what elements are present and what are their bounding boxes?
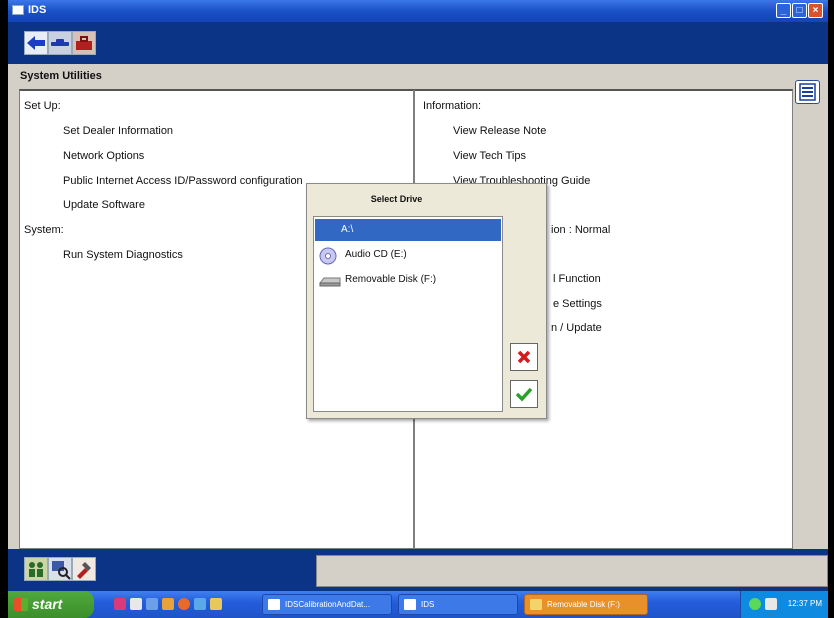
select-drive-dialog: Select Drive A:\ Audio CD (E:) Removable… [306, 183, 547, 419]
section-title: System Utilities [20, 70, 102, 82]
quicklaunch-icon-4[interactable] [162, 598, 174, 610]
vehicle-button[interactable] [48, 31, 72, 55]
run-system-diagnostics-link[interactable]: Run System Diagnostics [63, 249, 183, 261]
drive-label: Audio CD (E:) [345, 249, 407, 260]
arrow-left-icon [27, 36, 45, 50]
people-button[interactable] [24, 557, 48, 581]
volume-tray-icon[interactable] [765, 598, 777, 610]
quicklaunch-icon-1[interactable] [114, 598, 126, 610]
function-link[interactable]: l Function [553, 273, 601, 285]
mode-status-text: ion : Normal [551, 224, 611, 236]
cancel-button[interactable] [510, 343, 538, 371]
quicklaunch-icon-5[interactable] [178, 598, 190, 610]
quicklaunch-icon-7[interactable] [210, 598, 222, 610]
system-tray: 12:37 PM [740, 591, 828, 618]
view-tech-tips-link[interactable]: View Tech Tips [453, 150, 526, 162]
top-toolbar [8, 22, 828, 64]
settings-link[interactable]: e Settings [553, 298, 602, 310]
minimize-button[interactable]: _ [776, 3, 791, 18]
network-tray-icon[interactable] [749, 598, 761, 610]
removable-disk-icon [319, 277, 341, 287]
task-app-icon [268, 599, 280, 610]
drive-item-a[interactable]: A:\ [315, 219, 501, 241]
update-link[interactable]: n / Update [551, 322, 602, 334]
bottom-toolbar [8, 549, 828, 591]
cd-icon [319, 247, 337, 265]
task-label: IDS [421, 600, 435, 609]
maximize-button[interactable]: □ [792, 3, 807, 18]
drive-label: Removable Disk (F:) [345, 274, 437, 285]
menu-button[interactable] [795, 80, 820, 104]
back-button[interactable] [24, 31, 48, 55]
red-x-icon [517, 350, 531, 364]
car-icon [51, 39, 69, 46]
task-button-ids[interactable]: IDS [398, 594, 518, 615]
search-computer-icon [52, 561, 71, 580]
ok-button[interactable] [510, 380, 538, 408]
quicklaunch-icon-6[interactable] [194, 598, 206, 610]
tools-button[interactable] [72, 31, 96, 55]
setup-heading: Set Up: [24, 100, 61, 112]
folder-icon [530, 599, 542, 610]
tools-icon [77, 562, 91, 579]
task-button-calibration[interactable]: IDSCalibrationAndDat... [262, 594, 392, 615]
tools-bottom-button[interactable] [72, 557, 96, 581]
dialog-title: Select Drive [370, 194, 423, 204]
toolbox-icon [76, 36, 92, 50]
network-options-link[interactable]: Network Options [63, 150, 144, 162]
drive-item-audio-cd[interactable]: Audio CD (E:) [315, 244, 501, 266]
drive-list[interactable]: A:\ Audio CD (E:) Removable Disk (F:) [313, 216, 503, 412]
information-heading: Information: [423, 100, 482, 112]
public-internet-access-link[interactable]: Public Internet Access ID/Password confi… [63, 175, 303, 187]
task-label: IDSCalibrationAndDat... [285, 600, 370, 609]
list-menu-icon [799, 83, 816, 101]
update-software-link[interactable]: Update Software [63, 199, 145, 211]
quicklaunch-icon-3[interactable] [146, 598, 158, 610]
search-computer-button[interactable] [48, 557, 72, 581]
people-icon [29, 562, 43, 577]
close-button[interactable]: × [808, 3, 823, 18]
task-label: Removable Disk (F:) [547, 600, 620, 609]
window-title-bar[interactable]: IDS _ □ × [8, 0, 828, 22]
green-check-icon [515, 387, 533, 402]
set-dealer-information-link[interactable]: Set Dealer Information [63, 125, 173, 137]
quicklaunch-icon-2[interactable] [130, 598, 142, 610]
start-button[interactable]: start [8, 591, 94, 618]
drive-label: A:\ [341, 224, 354, 235]
drive-item-removable-disk[interactable]: Removable Disk (F:) [315, 269, 501, 291]
app-icon [12, 5, 24, 15]
windows-logo-icon [14, 598, 28, 611]
system-heading: System: [24, 224, 64, 236]
windows-taskbar: start IDSCalibrationAndDat... IDS Remova… [8, 591, 828, 618]
status-area [316, 555, 828, 587]
start-label: start [32, 596, 63, 612]
view-release-note-link[interactable]: View Release Note [453, 125, 546, 137]
clock: 12:37 PM [787, 599, 822, 608]
task-app-icon [404, 599, 416, 610]
window-title: IDS [28, 4, 47, 16]
task-button-removable-disk[interactable]: Removable Disk (F:) [524, 594, 648, 615]
